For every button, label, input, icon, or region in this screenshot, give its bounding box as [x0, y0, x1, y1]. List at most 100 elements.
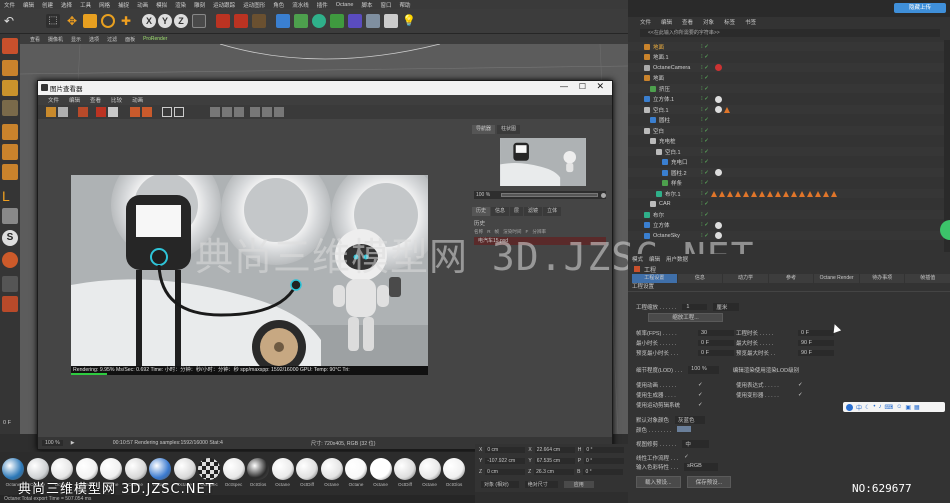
undo-icon[interactable]: ↶ [4, 14, 18, 28]
object-row[interactable]: 立方体.1 ⁝ ✓ [628, 95, 944, 104]
upload-button[interactable]: 隐藏上传 [894, 3, 946, 13]
maximize-button[interactable]: ☐ [579, 82, 586, 91]
visibility-dots-icon[interactable]: ⁝ ✓ [701, 128, 709, 134]
open-icon[interactable] [46, 107, 56, 117]
attr-tab[interactable]: Octane Render [814, 274, 859, 283]
close-button[interactable]: ✕ [596, 81, 604, 92]
object-row[interactable]: 圆柱.2 ⁝ ✓ [628, 168, 944, 177]
om-search[interactable]: <<在此输入你所需要的字符串>> [640, 29, 940, 37]
object-row[interactable]: OctaneCamera ⁝ ✓ [628, 63, 944, 72]
field-value[interactable]: 0 F [698, 350, 734, 356]
linear-check[interactable]: ✓ [684, 454, 689, 462]
material-ball[interactable] [320, 458, 343, 480]
coord-system-icon[interactable] [192, 14, 206, 28]
render-settings-icon[interactable] [252, 14, 266, 28]
coord-field[interactable]: 0 cm [485, 469, 526, 475]
history-tab[interactable]: 信息 [491, 207, 510, 216]
object-row[interactable]: 布尔.1 ⁝ ✓ [628, 189, 944, 198]
model-mode-icon[interactable] [2, 60, 18, 76]
recent-tool-icon[interactable]: ✚ [119, 14, 133, 28]
visibility-dots-icon[interactable]: ⁝ ✓ [701, 149, 709, 155]
menu-item[interactable]: Octane [336, 2, 354, 8]
navigator-tab[interactable]: 柱状图 [497, 125, 521, 134]
attr-tab[interactable]: 参考 [768, 274, 814, 283]
material-ball[interactable] [173, 458, 196, 480]
material-ball[interactable] [149, 458, 171, 480]
navigator-thumb[interactable] [500, 138, 586, 186]
scale-project-button[interactable]: 缩放工程... [648, 313, 723, 322]
viewer-menu-item[interactable]: 比较 [111, 96, 122, 104]
material-ball[interactable] [369, 458, 392, 480]
axis-mode-icon[interactable]: L [2, 188, 18, 204]
attr-menu-item[interactable]: 模式 [632, 255, 643, 263]
cube-icon[interactable] [276, 14, 290, 28]
om-menu-item[interactable]: 书签 [745, 18, 756, 26]
layer-icon[interactable] [2, 296, 18, 312]
checkbox[interactable]: ✓ [698, 392, 703, 398]
input-color-select[interactable]: sRGB [684, 463, 718, 471]
menu-item[interactable]: 编辑 [23, 1, 34, 9]
menu-item[interactable]: 网格 [99, 1, 110, 9]
tools-icon[interactable] [262, 107, 272, 117]
visibility-dots-icon[interactable]: ⁝ ✓ [701, 159, 709, 165]
object-row[interactable]: 圆柱 ⁝ ✓ [628, 116, 944, 125]
material-ball[interactable] [124, 458, 147, 480]
material-ball[interactable] [75, 458, 98, 480]
attr-tab[interactable]: 待办事项 [859, 274, 905, 283]
mic-icon[interactable]: ♪ [879, 404, 882, 410]
deformer-icon[interactable] [348, 14, 362, 28]
attr-tab[interactable]: 工程设置 [632, 274, 677, 283]
y-axis-icon[interactable]: Y [158, 14, 172, 28]
material-ball[interactable] [271, 458, 294, 480]
menu-item[interactable]: 雕刻 [194, 1, 205, 9]
settings-icon[interactable] [274, 107, 284, 117]
object-row[interactable]: 地面 ⁝ ✓ [628, 74, 944, 83]
object-name[interactable]: 地面.1 [653, 53, 697, 61]
checkbox[interactable]: ✓ [798, 382, 803, 388]
filter-icon[interactable] [234, 107, 244, 117]
rotate-tool-icon[interactable] [101, 14, 115, 28]
object-name[interactable]: OctaneCamera [653, 65, 697, 71]
array-icon[interactable] [330, 14, 344, 28]
coord-field[interactable]: 0 ° [583, 469, 624, 475]
viewport-menu-item[interactable]: 摄像机 [48, 36, 63, 43]
material-ball[interactable] [26, 458, 49, 480]
object-name[interactable]: 充电口 [671, 158, 697, 166]
menu-item[interactable]: 选择 [61, 1, 72, 9]
bottom-zoom[interactable]: 100 % [42, 440, 63, 446]
viewer-menu-item[interactable]: 查看 [90, 96, 101, 104]
visibility-dots-icon[interactable]: ⁝ ✓ [701, 75, 709, 81]
zoom-value[interactable]: 100 % [474, 192, 498, 198]
scale-value[interactable]: 1 [682, 304, 708, 310]
field-value[interactable]: 0 F [798, 330, 834, 336]
visibility-dots-icon[interactable]: ⁝ ✓ [701, 96, 709, 102]
menu-item[interactable]: 流水线 [292, 1, 309, 9]
preset-button[interactable]: 载入预设... [636, 476, 681, 488]
material-ball[interactable] [2, 458, 24, 480]
object-row[interactable]: 充电口 ⁝ ✓ [628, 158, 944, 167]
material-ball[interactable] [51, 458, 73, 480]
object-name[interactable]: CAR [659, 201, 697, 207]
field-value[interactable]: 90 F [798, 350, 834, 356]
object-row[interactable]: 挤压 ⁝ ✓ [628, 84, 944, 93]
render-icon[interactable] [78, 107, 88, 117]
object-row[interactable]: 空白 ⁝ ✓ [628, 126, 944, 135]
scale-tool-icon[interactable] [83, 14, 97, 28]
menu-item[interactable]: 创建 [42, 1, 53, 9]
visibility-dots-icon[interactable]: ⁝ ✓ [701, 117, 709, 123]
object-row[interactable]: 样条 ⁝ ✓ [628, 179, 944, 188]
magnet-icon[interactable] [2, 252, 18, 268]
material-ball[interactable] [100, 458, 122, 480]
visibility-dots-icon[interactable]: ⁝ ✓ [701, 107, 709, 113]
move-tool-icon[interactable]: ✥ [65, 14, 79, 28]
render-view-icon[interactable] [216, 14, 230, 28]
grid-menu-icon[interactable]: ▦ [914, 404, 920, 411]
lod-value[interactable]: 100 % [688, 366, 719, 374]
object-name[interactable]: 地面 [653, 74, 697, 82]
coord-field[interactable]: 0 ° [584, 447, 625, 453]
attr-menu-item[interactable]: 编辑 [649, 255, 660, 263]
object-name[interactable]: 空白.1 [665, 148, 697, 156]
snapshot-icon[interactable] [108, 107, 118, 117]
object-row[interactable]: 空白.1 ⁝ ✓ [628, 105, 944, 114]
menu-item[interactable]: 窗口 [381, 1, 392, 9]
